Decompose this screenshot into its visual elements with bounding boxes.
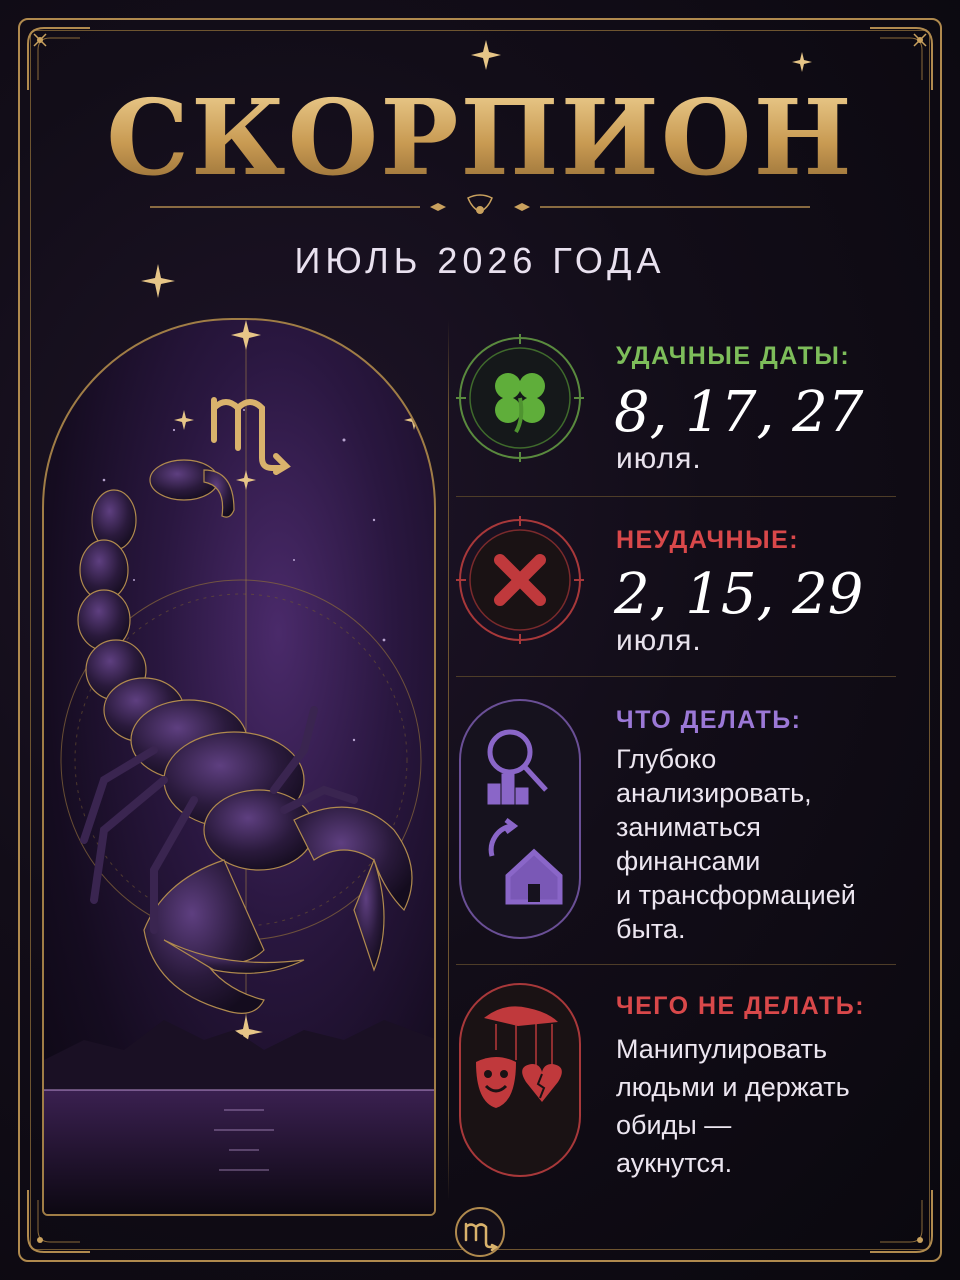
todo-line: анализировать, (616, 778, 812, 808)
scorpio-glyph-icon (211, 397, 291, 475)
horoscope-card: СКОРПИОН ИЮЛЬ 2026 ГОДА УДАЧНЫЕ ДАТЫ: 8,… (0, 0, 960, 1280)
title-divider (150, 194, 810, 214)
avoid-line: людьми и держать (616, 1072, 850, 1102)
unlucky-dates: 2, 15, 29 (614, 562, 864, 627)
scorpion-illustration (42, 318, 436, 1216)
scorpio-emblem-icon (455, 1207, 505, 1257)
section-divider (456, 676, 896, 677)
avoid-line: аукнутся. (616, 1148, 733, 1178)
todo-line: Глубоко (616, 744, 717, 774)
unlucky-icon-badge (456, 516, 584, 644)
avoid-line: обиды — (616, 1110, 732, 1140)
avoid-text: Манипулировать людьми и держать обиды — … (616, 1030, 916, 1182)
avoid-line: Манипулировать (616, 1034, 828, 1064)
todo-line: заниматься (616, 812, 761, 842)
lucky-dates: 8, 17, 27 (614, 380, 864, 445)
avoid-label: ЧЕГО НЕ ДЕЛАТЬ: (616, 992, 866, 1020)
column-divider (448, 320, 449, 1200)
todo-line: и трансформацией (616, 880, 856, 910)
section-divider (456, 496, 896, 497)
sparkle-icon (792, 52, 812, 72)
corner-ornament-icon (870, 1190, 933, 1253)
subtitle: ИЮЛЬ 2026 ГОДА (294, 240, 666, 281)
todo-label: ЧТО ДЕЛАТЬ: (616, 706, 802, 734)
todo-text: Глубоко анализировать, заниматься финанс… (616, 742, 916, 946)
todo-icon-badge (459, 699, 581, 939)
lucky-label: УДАЧНЫЕ ДАТЫ: (616, 342, 851, 370)
page-title: СКОРПИОН (0, 76, 960, 199)
unlucky-label: НЕУДАЧНЫЕ: (616, 526, 800, 554)
unlucky-month: июля. (616, 624, 702, 657)
todo-line: быта. (616, 914, 686, 944)
todo-line: финансами (616, 846, 761, 876)
avoid-icon-badge (459, 983, 581, 1177)
lucky-icon-badge (456, 334, 584, 462)
lucky-month: июля. (616, 442, 702, 475)
section-divider (456, 964, 896, 965)
sparkle-icon (471, 40, 501, 70)
scorpion-body (77, 459, 413, 1014)
